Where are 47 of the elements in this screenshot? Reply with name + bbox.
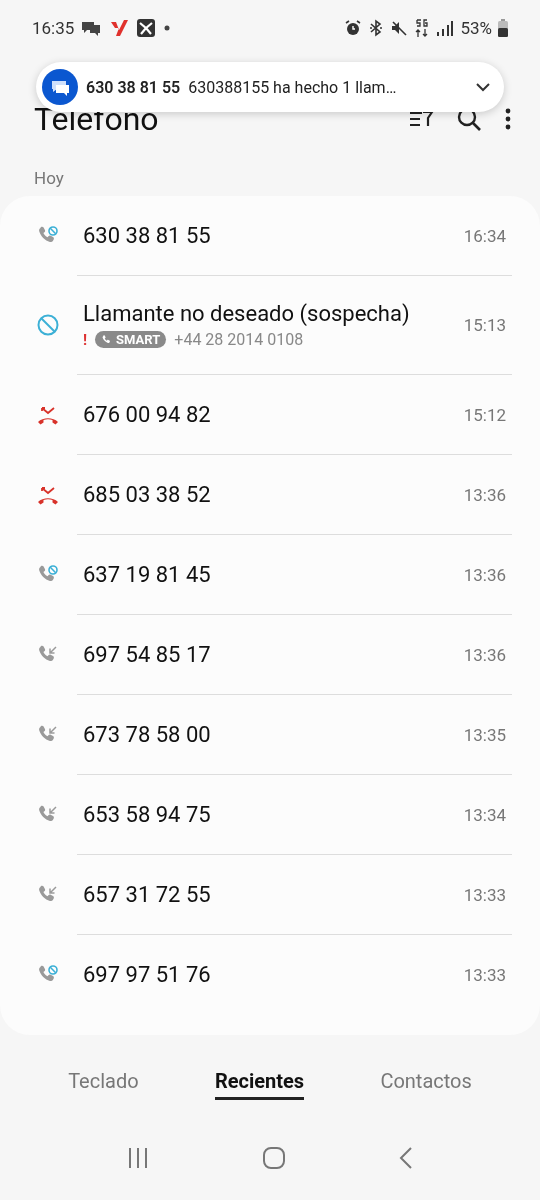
call-time: 13:33 xyxy=(463,964,506,985)
call-time: 15:12 xyxy=(463,404,506,425)
nav-tab[interactable]: Recientes xyxy=(214,1065,305,1100)
call-time: 13:36 xyxy=(463,484,506,505)
caller-name[interactable]: 685 03 38 52 xyxy=(83,482,464,507)
section-header: Hoy xyxy=(33,167,65,190)
nav-tab[interactable]: Contactos xyxy=(380,1065,472,1100)
expand-icon[interactable] xyxy=(474,81,492,93)
battery-icon xyxy=(498,19,508,37)
chat-icon xyxy=(80,19,103,37)
battery-percentage: 53% xyxy=(460,18,492,38)
alarm-icon xyxy=(344,19,363,37)
smart-call-tag: SMART xyxy=(95,331,167,348)
call-time: 13:33 xyxy=(463,884,506,905)
home-icon[interactable] xyxy=(262,1146,286,1170)
notification-title: 630 38 81 55 xyxy=(86,77,181,97)
caller-name[interactable]: 653 58 94 75 xyxy=(83,802,464,827)
caller-name[interactable]: 657 31 72 55 xyxy=(83,882,464,907)
recent-apps-icon[interactable] xyxy=(126,1146,150,1170)
caller-name[interactable]: 697 97 51 76 xyxy=(83,962,464,987)
caller-name[interactable]: 676 00 94 82 xyxy=(83,402,464,427)
bluetooth-icon xyxy=(368,19,385,37)
app-logo-icon xyxy=(136,18,157,38)
mute-icon xyxy=(390,19,409,37)
caller-name[interactable]: 673 78 58 00 xyxy=(83,722,464,747)
mobile-data-icon xyxy=(414,18,431,38)
app-logo-icon xyxy=(108,18,131,38)
call-time: 13:36 xyxy=(463,644,506,665)
block-icon xyxy=(36,313,60,337)
more-options-icon[interactable] xyxy=(504,106,512,132)
warning-mark: ! xyxy=(83,330,88,349)
call-time: 13:35 xyxy=(463,724,506,745)
messages-app-icon xyxy=(42,69,78,105)
back-icon[interactable] xyxy=(398,1146,414,1170)
call-time: 15:13 xyxy=(463,315,506,335)
caller-name[interactable]: 637 19 81 45 xyxy=(83,562,464,587)
status-time: 16:35 xyxy=(32,18,75,38)
nav-tab[interactable]: Teclado xyxy=(68,1065,139,1100)
call-time: 13:34 xyxy=(463,804,506,825)
call-time: 16:34 xyxy=(463,225,506,246)
notification-text: 630388155 ha hecho 1 llam… xyxy=(188,77,398,97)
caller-name[interactable]: 697 54 85 17 xyxy=(83,642,464,667)
signal-icon xyxy=(436,19,455,37)
call-time: 13:36 xyxy=(463,564,506,585)
caller-name[interactable]: Llamante no deseado (sospecha) xyxy=(83,301,464,326)
caller-name[interactable]: 630 38 81 55 xyxy=(83,223,464,248)
caller-number: +44 28 2014 0108 xyxy=(174,330,304,349)
